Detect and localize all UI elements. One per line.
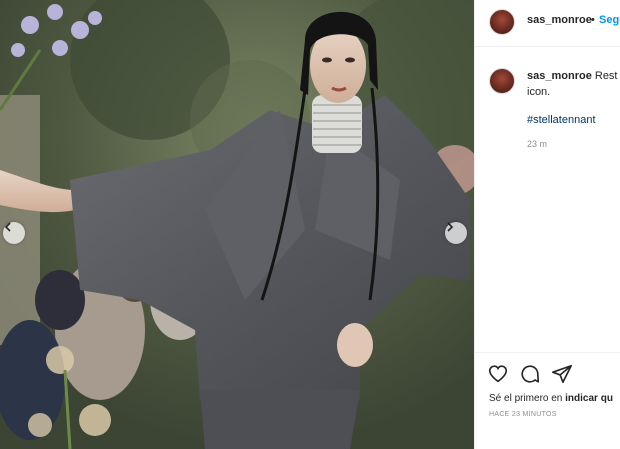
chevron-right-icon	[447, 222, 454, 232]
caption-text-continued: icon.	[527, 86, 551, 98]
likes-text: Sé el primero en indicar qu	[489, 393, 613, 404]
share-button[interactable]	[551, 363, 573, 385]
action-bar: Sé el primero en indicar qu HACE 23 MINU…	[475, 352, 620, 449]
next-arrow-button[interactable]	[445, 222, 467, 244]
comment-icon	[521, 365, 540, 383]
share-icon	[552, 364, 572, 384]
chevron-left-icon	[4, 222, 11, 232]
comment-button[interactable]	[519, 363, 541, 385]
fashion-photo	[0, 0, 474, 449]
like-cta-link[interactable]: indicar qu	[565, 393, 613, 404]
post-timestamp[interactable]: HACE 23 MINUTOS	[489, 411, 557, 418]
caption-line: sas_monroe Rest in	[527, 70, 620, 82]
caption-username[interactable]: sas_monroe	[527, 70, 592, 82]
caption-time-ago: 23 m	[527, 139, 548, 149]
likes-prefix: Sé el primero en	[489, 393, 566, 404]
follow-button[interactable]: Segu	[599, 14, 620, 26]
like-button[interactable]	[487, 363, 509, 385]
heart-icon	[488, 365, 508, 383]
post-header: sas_monroe • Segu	[475, 0, 620, 47]
header-username[interactable]: sas_monroe	[527, 14, 592, 26]
separator-dot: •	[591, 14, 595, 26]
post-side-panel: sas_monroe • Segu sas_monroe Rest in ico…	[474, 0, 620, 449]
previous-arrow-button[interactable]	[3, 222, 25, 244]
hashtag-link[interactable]: #stellatennant	[527, 114, 596, 126]
post-photo[interactable]	[0, 0, 474, 449]
caption-avatar[interactable]	[489, 68, 515, 94]
caption-text: Rest in	[594, 70, 620, 82]
avatar[interactable]	[489, 9, 515, 35]
